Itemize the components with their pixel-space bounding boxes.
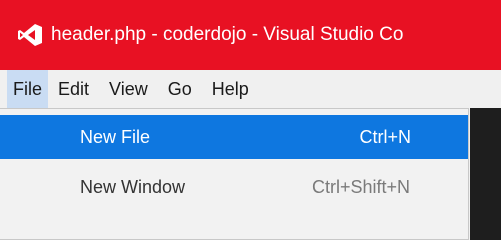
menu-item-label: New Window [80,177,186,197]
shortcut-label: Ctrl+Shift+N [311,177,410,197]
menu-edit[interactable]: Edit [48,70,99,108]
shortcut-label: Ctrl+N [359,127,411,147]
menu-help[interactable]: Help [202,70,259,108]
menu-item-new-file[interactable]: New File Ctrl+N [0,115,468,159]
visual-studio-code-icon [18,24,42,46]
menu-bar: File Edit View Go Help [0,70,501,108]
title-bar: header.php - coderdojo - Visual Studio C… [0,0,501,70]
editor-background [470,108,501,240]
menu-go[interactable]: Go [158,70,202,108]
menu-item-label: New File [80,127,151,147]
menu-view[interactable]: View [99,70,158,108]
window-title: header.php - coderdojo - Visual Studio C… [51,24,404,45]
menu-file[interactable]: File [7,70,49,108]
file-menu-dropdown: New File Ctrl+N New Window Ctrl+Shift+N [0,108,469,240]
menu-item-new-window[interactable]: New Window Ctrl+Shift+N [0,165,468,209]
